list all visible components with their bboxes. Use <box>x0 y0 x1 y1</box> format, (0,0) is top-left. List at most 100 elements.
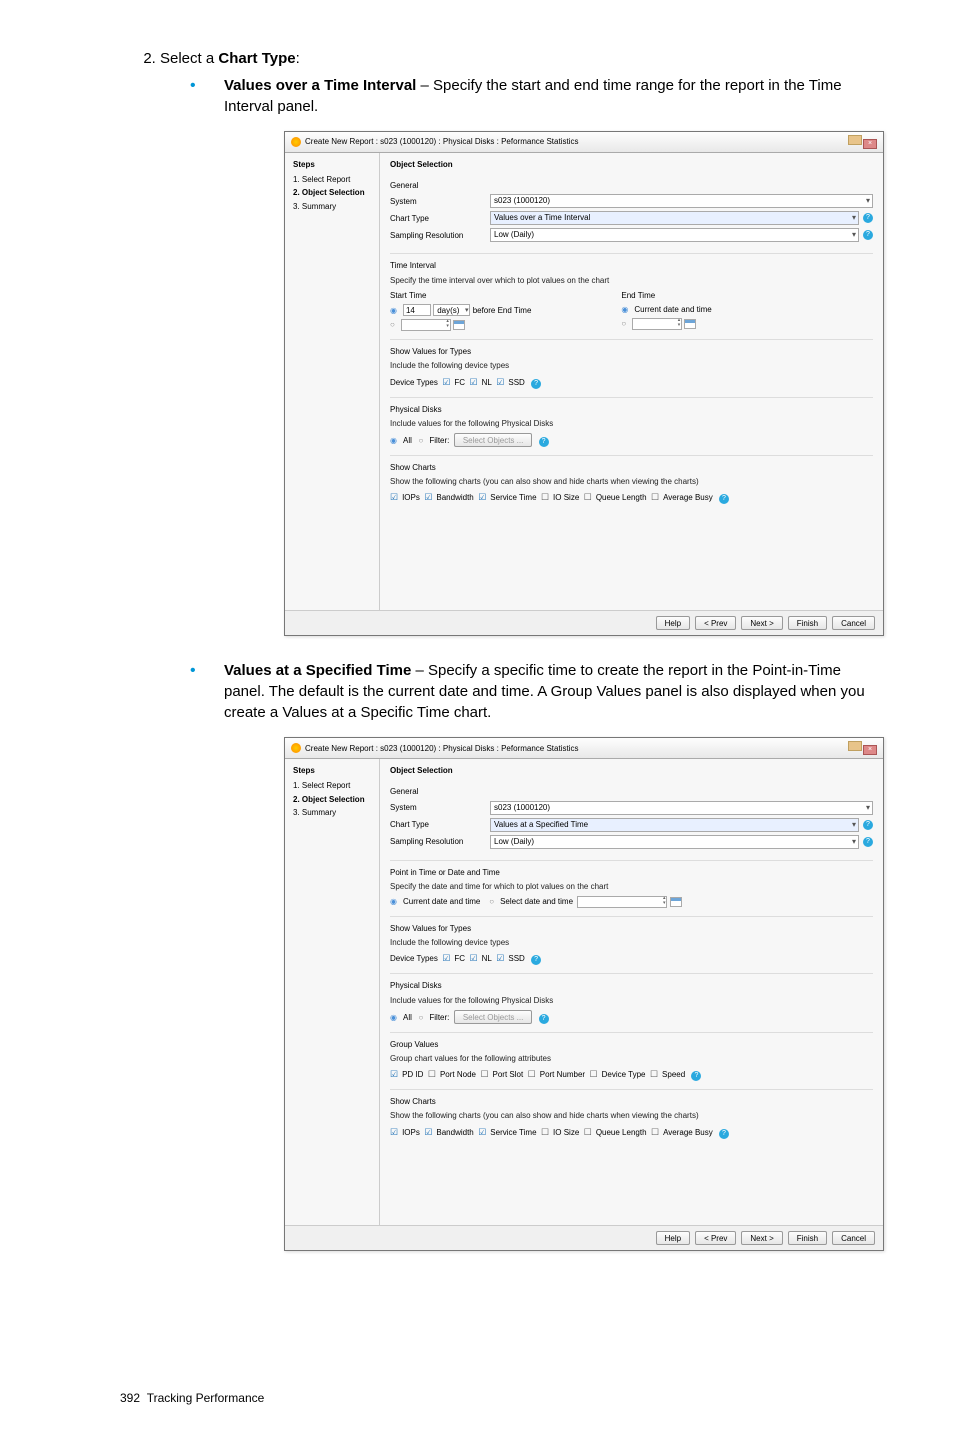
chk-bw[interactable] <box>424 1126 434 1139</box>
end-current-label: Current date and time <box>634 305 711 314</box>
end-datetime-input[interactable] <box>632 318 682 330</box>
help-icon[interactable]: ? <box>531 379 541 389</box>
help-icon[interactable]: ? <box>691 1071 701 1081</box>
minimize-icon[interactable] <box>848 135 862 145</box>
chk-fc[interactable] <box>442 376 452 389</box>
dialog-specified-time: Create New Report : s023 (1000120) : Phy… <box>284 737 884 1250</box>
pd-filter-radio[interactable] <box>419 435 426 446</box>
help-button[interactable]: Help <box>656 616 690 630</box>
chk-nl[interactable] <box>470 952 480 965</box>
chart-type-dropdown[interactable]: Values at a Specified Time <box>490 818 859 832</box>
help-icon[interactable]: ? <box>539 437 549 447</box>
help-icon[interactable]: ? <box>719 494 729 504</box>
chk-speed[interactable] <box>650 1068 660 1081</box>
calendar-icon[interactable] <box>684 319 696 329</box>
system-dropdown[interactable]: s023 (1000120) <box>490 194 873 208</box>
chart-type-label: Chart Type <box>390 213 490 224</box>
cancel-button[interactable]: Cancel <box>832 1231 875 1245</box>
system-label: System <box>390 802 490 813</box>
step-select-report[interactable]: 1. Select Report <box>293 174 373 185</box>
finish-button[interactable]: Finish <box>788 1231 827 1245</box>
sampling-dropdown[interactable]: Low (Daily) <box>490 228 859 242</box>
chk-fc[interactable] <box>442 952 452 965</box>
help-icon[interactable]: ? <box>539 1014 549 1024</box>
chk-st[interactable] <box>478 491 488 504</box>
pd-desc: Include values for the following Physica… <box>390 995 873 1006</box>
bullet-specified-time: Values at a Specified Time – Specify a s… <box>190 660 874 1250</box>
start-number-input[interactable]: 14 <box>403 304 431 316</box>
start-relative-radio[interactable] <box>390 305 399 316</box>
bullet1-lead: Values over a Time Interval <box>224 77 416 94</box>
end-time-label: End Time <box>621 290 711 301</box>
chk-iops[interactable] <box>390 1126 400 1139</box>
minimize-icon[interactable] <box>848 741 862 751</box>
svt-desc: Include the following device types <box>390 360 873 371</box>
step-select-report[interactable]: 1. Select Report <box>293 780 373 791</box>
chk-nl[interactable] <box>470 376 480 389</box>
system-dropdown[interactable]: s023 (1000120) <box>490 801 873 815</box>
main-panel: Object Selection General System s023 (10… <box>380 759 883 1224</box>
chk-st[interactable] <box>478 1126 488 1139</box>
close-icon[interactable]: × <box>863 745 877 755</box>
chk-ql[interactable] <box>584 491 594 504</box>
start-abs-radio[interactable] <box>390 319 397 330</box>
chk-ql[interactable] <box>584 1126 594 1139</box>
chk-bw[interactable] <box>424 491 434 504</box>
chk-pdid[interactable] <box>390 1068 400 1081</box>
help-icon[interactable]: ? <box>531 955 541 965</box>
pit-desc: Specify the date and time for which to p… <box>390 881 873 892</box>
help-icon[interactable]: ? <box>863 213 873 223</box>
pit-select-radio[interactable] <box>489 896 496 907</box>
pd-filter-radio[interactable] <box>419 1012 426 1023</box>
help-icon[interactable]: ? <box>719 1129 729 1139</box>
chk-io[interactable] <box>541 491 551 504</box>
sc-header: Show Charts <box>390 462 873 473</box>
chk-portnum[interactable] <box>528 1068 538 1081</box>
close-icon[interactable]: × <box>863 139 877 149</box>
step-object-selection[interactable]: 2. Object Selection <box>293 187 373 198</box>
cancel-button[interactable]: Cancel <box>832 616 875 630</box>
select-objects-button[interactable]: Select Objects ... <box>454 1010 532 1024</box>
help-icon[interactable]: ? <box>863 820 873 830</box>
chk-io[interactable] <box>541 1126 551 1139</box>
step-summary[interactable]: 3. Summary <box>293 201 373 212</box>
gv-header: Group Values <box>390 1039 873 1050</box>
chk-ab[interactable] <box>651 1126 661 1139</box>
chk-portslot[interactable] <box>480 1068 490 1081</box>
calendar-icon[interactable] <box>453 320 465 330</box>
end-current-radio[interactable] <box>621 304 630 315</box>
start-unit-select[interactable]: day(s) <box>433 304 470 316</box>
gv-desc: Group chart values for the following att… <box>390 1053 873 1064</box>
dialog-time-interval: Create New Report : s023 (1000120) : Phy… <box>284 131 884 636</box>
svt-desc: Include the following device types <box>390 937 873 948</box>
pit-datetime-input[interactable] <box>577 896 667 908</box>
calendar-icon[interactable] <box>670 897 682 907</box>
chk-portnode[interactable] <box>428 1068 438 1081</box>
sampling-dropdown[interactable]: Low (Daily) <box>490 835 859 849</box>
next-button[interactable]: Next > <box>741 1231 782 1245</box>
step-summary[interactable]: 3. Summary <box>293 807 373 818</box>
help-button[interactable]: Help <box>656 1231 690 1245</box>
chk-devtype[interactable] <box>590 1068 600 1081</box>
pd-all-radio[interactable] <box>390 435 399 446</box>
prev-button[interactable]: < Prev <box>695 616 736 630</box>
chk-ssd[interactable] <box>496 376 506 389</box>
start-datetime-input[interactable] <box>401 319 451 331</box>
chk-iops[interactable] <box>390 491 400 504</box>
chk-ssd[interactable] <box>496 952 506 965</box>
pd-all-radio[interactable] <box>390 1012 399 1023</box>
finish-button[interactable]: Finish <box>788 616 827 630</box>
bullet2-lead: Values at a Specified Time <box>224 662 411 679</box>
prev-button[interactable]: < Prev <box>695 1231 736 1245</box>
pd-header: Physical Disks <box>390 404 873 415</box>
end-abs-radio[interactable] <box>621 318 628 329</box>
next-button[interactable]: Next > <box>741 616 782 630</box>
help-icon[interactable]: ? <box>863 837 873 847</box>
pit-current-radio[interactable] <box>390 896 399 907</box>
chk-ab[interactable] <box>651 491 661 504</box>
help-icon[interactable]: ? <box>863 230 873 240</box>
step-object-selection[interactable]: 2. Object Selection <box>293 794 373 805</box>
select-objects-button[interactable]: Select Objects ... <box>454 433 532 447</box>
before-end-label: before End Time <box>473 306 532 315</box>
chart-type-dropdown[interactable]: Values over a Time Interval <box>490 211 859 225</box>
